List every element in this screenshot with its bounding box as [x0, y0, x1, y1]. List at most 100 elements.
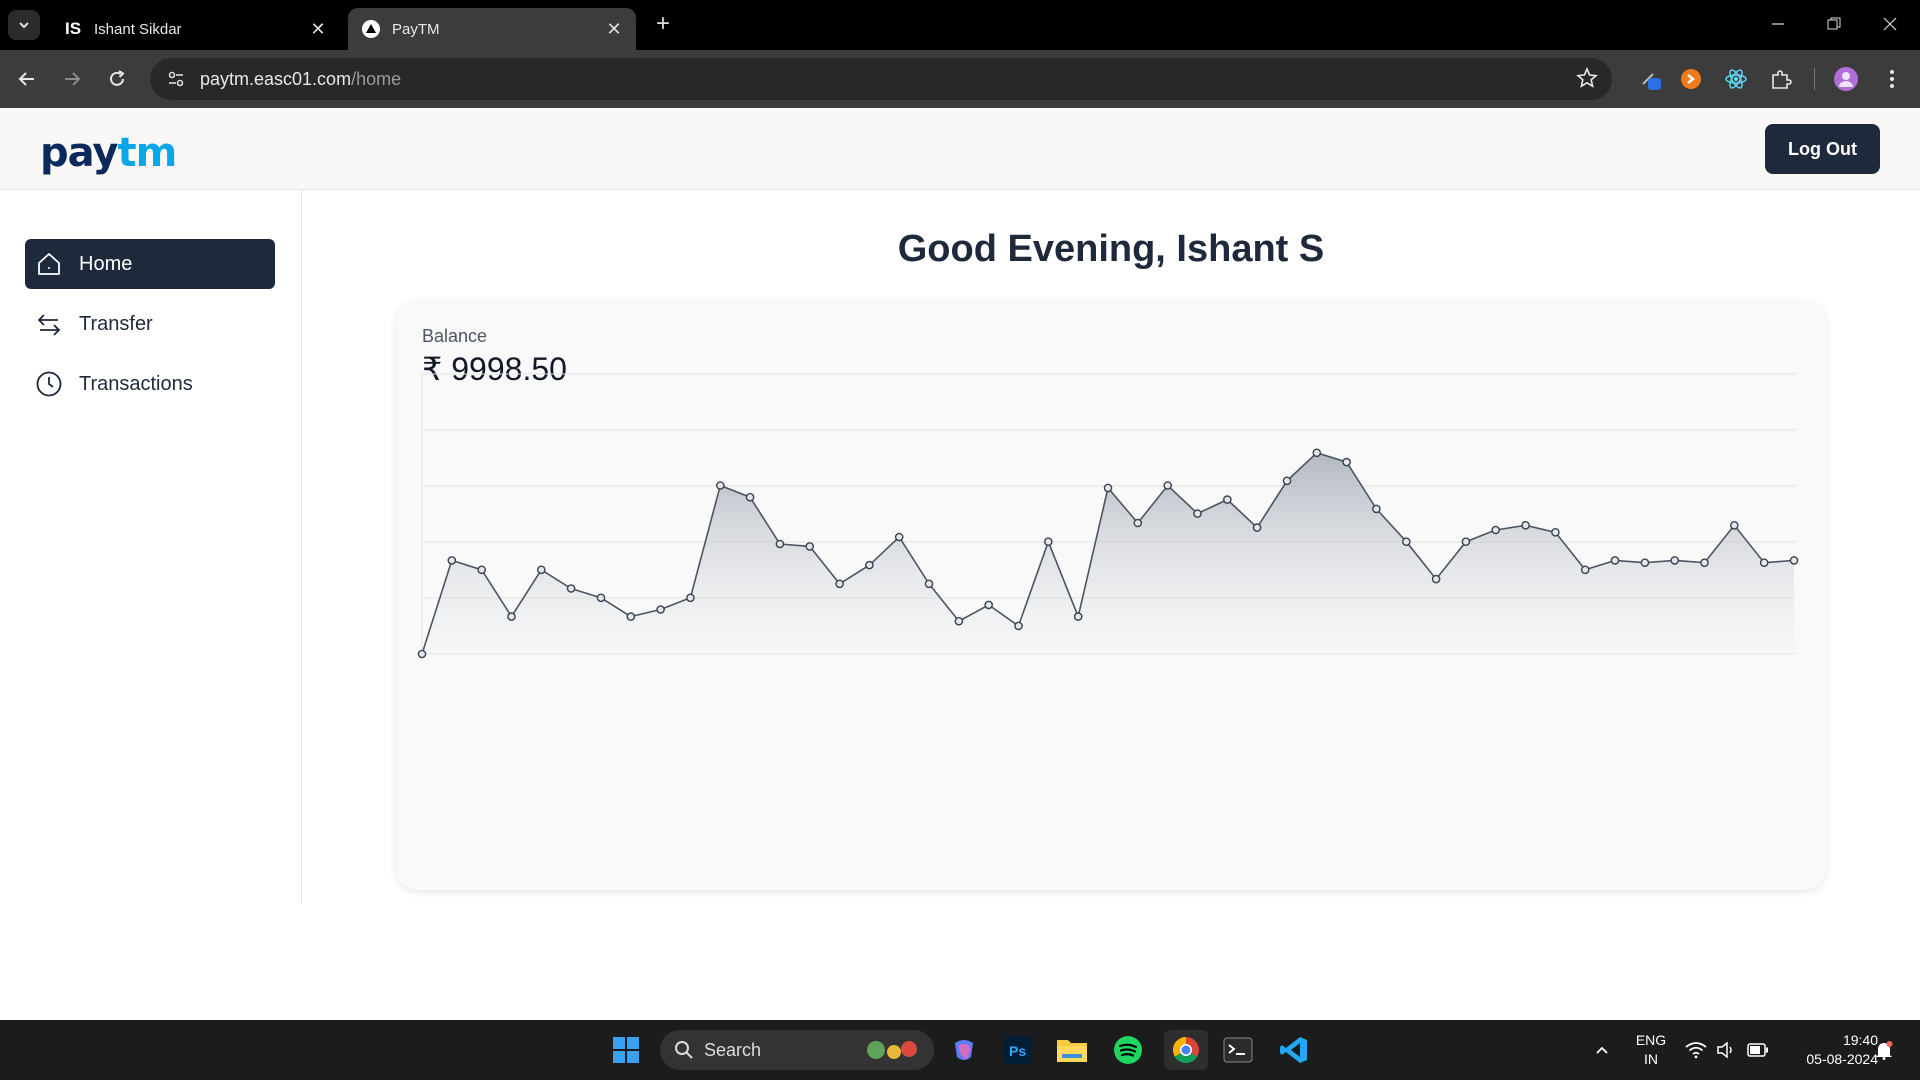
chart-data-point[interactable]	[775, 539, 785, 549]
chart-data-point[interactable]	[1580, 565, 1590, 575]
chart-data-point[interactable]	[536, 565, 546, 575]
sidebar-item-label: Transactions	[79, 372, 193, 395]
chart-data-point[interactable]	[1014, 621, 1023, 631]
chart-data-point[interactable]	[745, 492, 755, 502]
language-line1: ENG	[1635, 1032, 1667, 1048]
chart-data-point[interactable]	[477, 565, 486, 575]
chart-data-point[interactable]	[1700, 558, 1709, 568]
minimize-button[interactable]	[1750, 0, 1806, 48]
extension-orange-icon[interactable]	[1675, 63, 1707, 95]
chart-data-point[interactable]	[1103, 483, 1113, 493]
copilot-icon[interactable]	[944, 1030, 984, 1070]
chart-data-point[interactable]	[1640, 558, 1650, 568]
logout-button[interactable]: Log Out	[1765, 124, 1880, 174]
paytm-logo[interactable]: paytm	[40, 130, 177, 176]
chart-data-point[interactable]	[1431, 574, 1441, 584]
taskbar-search-box[interactable]: Search	[660, 1030, 934, 1070]
chart-data-point[interactable]	[865, 560, 874, 570]
url-text: paytm.easc01.com/home	[200, 69, 401, 90]
chart-data-point[interactable]	[1133, 518, 1143, 528]
chart-data-point[interactable]	[1282, 476, 1292, 486]
site-info-button[interactable]	[156, 62, 196, 96]
windows-taskbar: Search Ps ENG IN 19:40 05-08-2024	[0, 1020, 1920, 1080]
tune-icon	[168, 71, 184, 87]
back-button[interactable]	[10, 62, 44, 96]
close-window-button[interactable]	[1862, 0, 1918, 48]
chart-data-point[interactable]	[1402, 537, 1411, 546]
chart-data-point[interactable]	[1521, 520, 1530, 530]
reload-button[interactable]	[100, 62, 134, 96]
chart-data-point[interactable]	[417, 649, 427, 659]
chart-data-point[interactable]	[1312, 448, 1322, 458]
bookmark-star-icon[interactable]	[1576, 66, 1598, 94]
battery-icon[interactable]	[1738, 1030, 1778, 1070]
chart-data-point[interactable]	[1073, 612, 1083, 621]
chart-data-point[interactable]	[1610, 556, 1620, 565]
language-indicator[interactable]: ENG IN	[1622, 1031, 1680, 1069]
arrow-left-icon	[18, 72, 34, 86]
chart-data-point[interactable]	[1372, 504, 1381, 514]
vscode-icon[interactable]	[1274, 1030, 1314, 1070]
greeting-heading: Good Evening, Ishant S	[897, 228, 1325, 270]
tab-close-icon[interactable]: ✕	[306, 17, 330, 41]
minimize-icon	[1772, 23, 1784, 25]
search-label: Search	[704, 1039, 762, 1060]
browser-menu-icon[interactable]	[1876, 63, 1908, 95]
balance-card: Balance ₹ 9998.50	[396, 300, 1826, 890]
tab-search-button[interactable]	[8, 10, 40, 40]
extension-pen-icon[interactable]	[1636, 63, 1668, 95]
restore-button[interactable]	[1806, 0, 1862, 48]
address-bar[interactable]: paytm.easc01.com/home	[150, 58, 1612, 100]
sidebar-item-transactions[interactable]: Transactions	[25, 359, 275, 409]
chart-data-point[interactable]	[626, 612, 636, 621]
forward-button[interactable]	[55, 62, 89, 96]
app-header: paytm Log Out	[0, 108, 1920, 190]
chart-data-point[interactable]	[835, 579, 844, 589]
new-tab-button[interactable]: +	[650, 12, 676, 38]
chart-data-point[interactable]	[1491, 525, 1500, 535]
chart-data-point[interactable]	[924, 579, 934, 589]
chart-data-point[interactable]	[1193, 509, 1202, 518]
chart-data-point[interactable]	[686, 593, 695, 603]
chart-data-point[interactable]	[1163, 481, 1173, 490]
chart-data-point[interactable]	[1759, 558, 1769, 568]
chart-data-point[interactable]	[715, 481, 725, 490]
sidebar-item-transfer[interactable]: Transfer	[25, 299, 275, 349]
search-icon	[675, 1041, 693, 1059]
tab-close-icon[interactable]: ✕	[602, 17, 626, 41]
chart-data-point[interactable]	[1730, 520, 1739, 530]
sidebar-item-home[interactable]: Home	[25, 239, 275, 289]
chart-data-point[interactable]	[1252, 523, 1262, 532]
notification-bell-icon[interactable]	[1864, 1030, 1904, 1070]
chart-data-point[interactable]	[507, 612, 516, 621]
terminal-icon[interactable]	[1218, 1030, 1258, 1070]
chart-data-point[interactable]	[894, 532, 904, 542]
chart-data-point[interactable]	[656, 605, 665, 614]
clock-date[interactable]: 19:40 05-08-2024	[1774, 1031, 1878, 1069]
file-explorer-icon[interactable]	[1052, 1030, 1092, 1070]
react-devtools-icon[interactable]	[1720, 63, 1752, 95]
chart-data-point[interactable]	[1789, 556, 1799, 565]
tray-overflow-chevron-icon[interactable]	[1582, 1030, 1622, 1070]
extensions-puzzle-icon[interactable]	[1765, 63, 1797, 95]
chart-data-point[interactable]	[447, 556, 457, 565]
chart-data-point[interactable]	[954, 616, 964, 626]
chart-data-point[interactable]	[1670, 556, 1679, 565]
chart-data-point[interactable]	[805, 542, 815, 551]
photoshop-icon[interactable]: Ps	[998, 1030, 1038, 1070]
start-button[interactable]	[606, 1030, 646, 1070]
chart-data-point[interactable]	[596, 593, 606, 603]
chart-data-point[interactable]	[1044, 537, 1053, 546]
sidebar: Home Transfer Transactions	[0, 190, 302, 904]
chart-data-point[interactable]	[1342, 457, 1351, 467]
chart-data-point[interactable]	[1551, 527, 1560, 537]
chart-data-point[interactable]	[566, 584, 576, 593]
spotify-icon[interactable]	[1108, 1030, 1148, 1070]
chart-data-point[interactable]	[1461, 537, 1471, 546]
profile-avatar[interactable]	[1830, 63, 1862, 95]
chrome-taskbar-icon[interactable]	[1164, 1030, 1208, 1070]
chart-data-point[interactable]	[984, 600, 994, 610]
chart-data-point[interactable]	[1223, 495, 1232, 504]
tab-ishant-sikdar[interactable]: IS Ishant Sikdar ✕	[50, 8, 340, 50]
tab-paytm[interactable]: PayTM ✕	[348, 8, 636, 50]
